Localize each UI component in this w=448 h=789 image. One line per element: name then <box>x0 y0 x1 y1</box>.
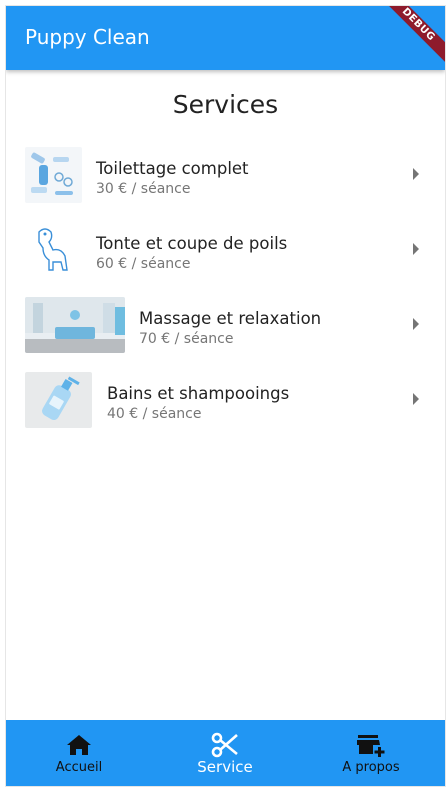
service-title: Toilettage complet <box>96 159 249 178</box>
dog-sketch-image <box>25 222 82 278</box>
nav-item-apropos[interactable]: A propos <box>298 720 444 786</box>
nav-label-accueil: Accueil <box>55 760 103 775</box>
service-row-massage[interactable]: Massage et relaxation 70 € / séance <box>6 292 445 367</box>
shampoo-bottle-image <box>25 372 92 428</box>
chevron-right-icon <box>413 393 419 405</box>
bottom-navigation: Accueil Service A propos <box>6 720 445 786</box>
service-price: 30 € / séance <box>96 181 191 197</box>
service-title: Massage et relaxation <box>139 309 322 328</box>
service-price: 60 € / séance <box>96 256 191 272</box>
app-title: Puppy Clean <box>25 25 150 49</box>
service-price: 70 € / séance <box>139 331 234 347</box>
service-text: Bains et shampooings 40 € / séance <box>107 384 289 422</box>
app-bar: Puppy Clean DEBUG <box>6 6 445 70</box>
service-row-tonte[interactable]: Tonte et coupe de poils 60 € / séance <box>6 217 445 292</box>
nav-label-service: Service <box>197 758 253 776</box>
page-title: Services <box>172 90 279 119</box>
service-text: Massage et relaxation 70 € / séance <box>139 309 321 347</box>
service-text: Tonte et coupe de poils 60 € / séance <box>96 234 287 272</box>
chevron-right-icon <box>413 318 419 330</box>
nav-label-apropos: A propos <box>342 760 400 775</box>
chevron-right-icon <box>413 168 419 180</box>
service-title: Bains et shampooings <box>107 384 290 403</box>
debug-banner: DEBUG <box>374 6 445 69</box>
service-row-toilettage[interactable]: Toilettage complet 30 € / séance <box>6 142 445 217</box>
nav-item-service[interactable]: Service <box>152 720 298 786</box>
chevron-right-icon <box>413 243 419 255</box>
salon-reception-image <box>25 297 125 353</box>
service-text: Toilettage complet 30 € / séance <box>96 159 249 197</box>
service-row-bains[interactable]: Bains et shampooings 40 € / séance <box>6 367 445 442</box>
app-frame: Puppy Clean DEBUG Services Toilettage co <box>6 6 445 786</box>
home-icon <box>67 735 91 755</box>
nav-item-accueil[interactable]: Accueil <box>6 720 152 786</box>
store-add-icon <box>357 735 385 757</box>
service-title: Tonte et coupe de poils <box>96 234 288 253</box>
service-price: 40 € / séance <box>107 406 202 422</box>
scissors-icon <box>211 732 238 758</box>
grooming-tools-image <box>25 147 82 203</box>
